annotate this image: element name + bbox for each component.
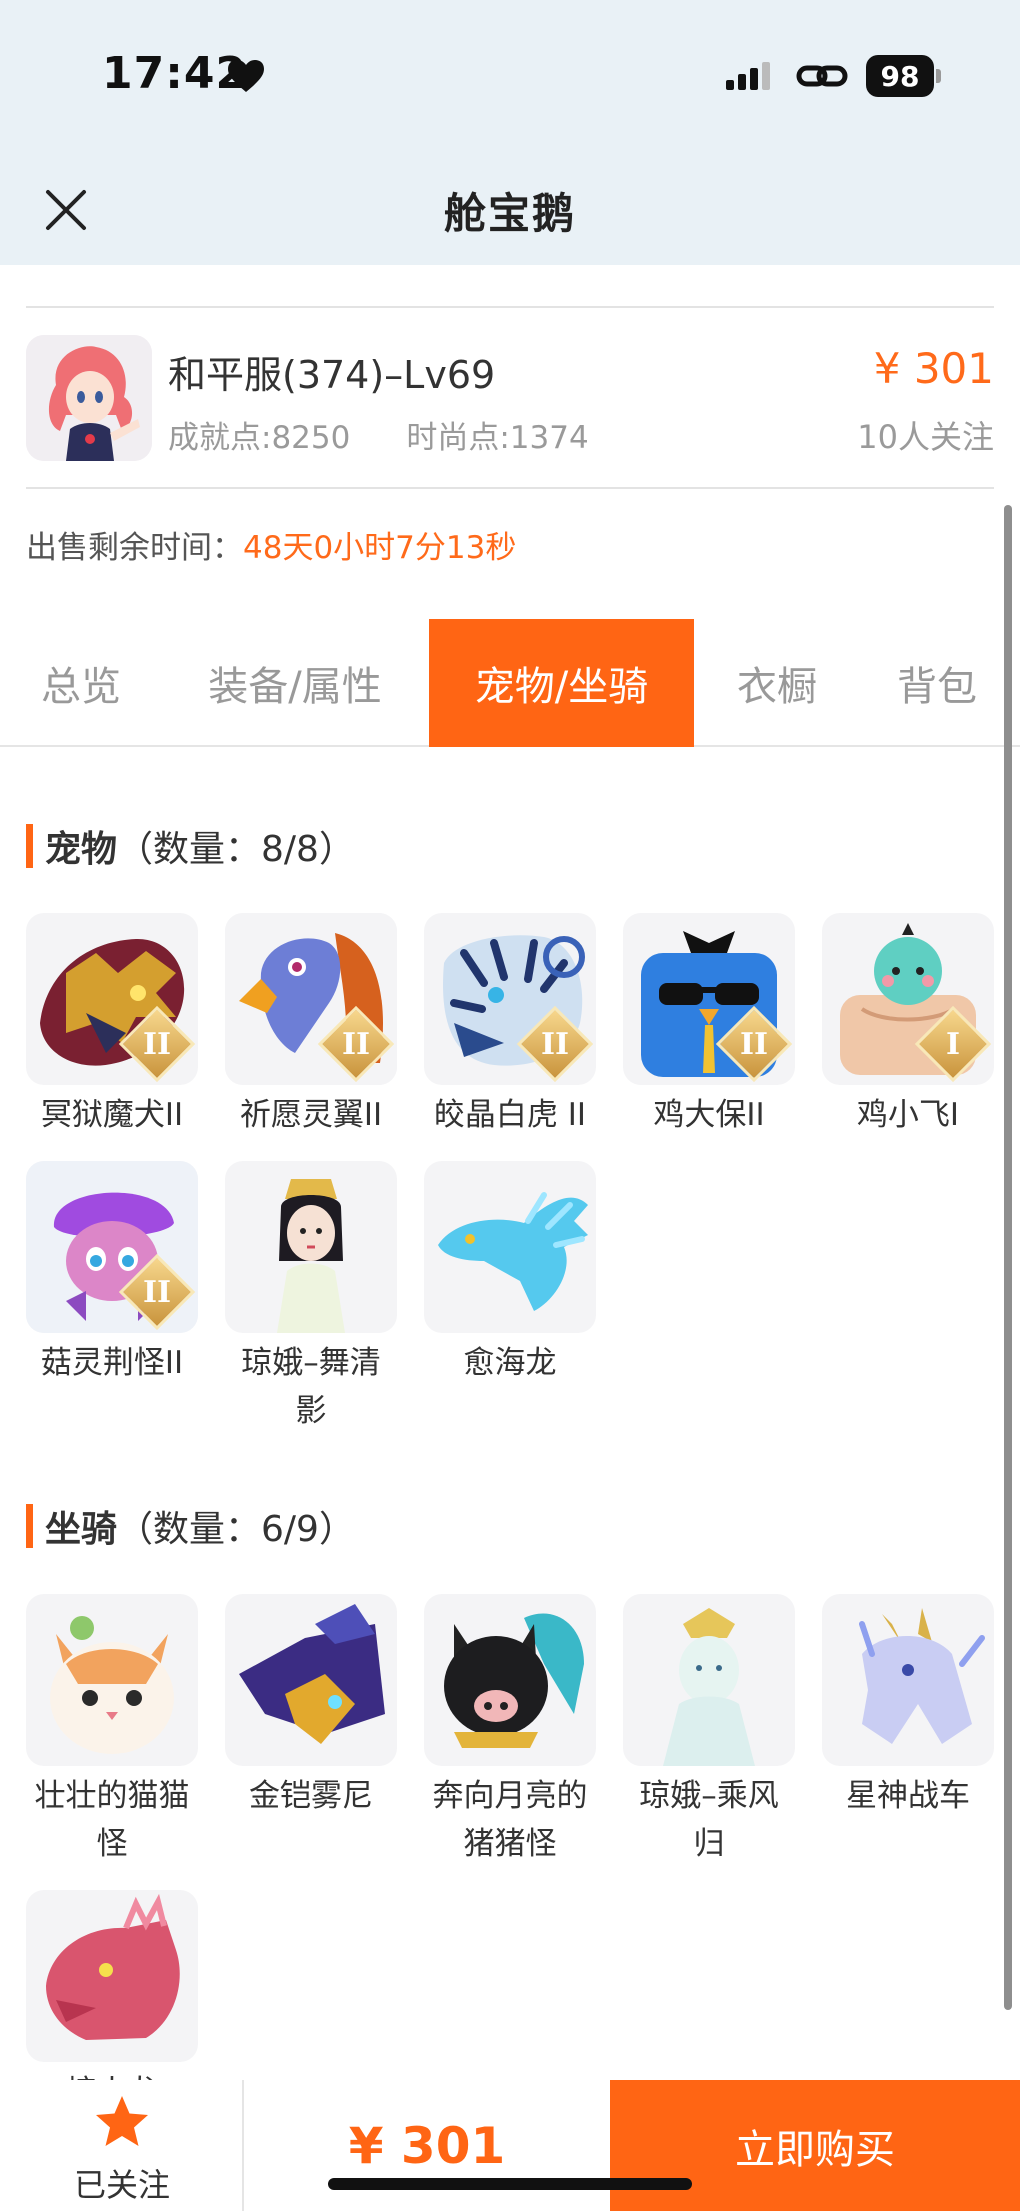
mount-thumbnail: [623, 1594, 795, 1766]
home-indicator: [328, 2178, 692, 2190]
sale-timer-label: 出售剩余时间：: [26, 530, 243, 566]
moon-pig-mount-icon: [444, 1613, 584, 1748]
page-title: 舱宝鹅: [443, 189, 576, 238]
sale-timer: 出售剩余时间：48天0小时7分13秒: [26, 522, 516, 567]
rank-text: II: [341, 1026, 371, 1062]
mount-thumbnail: [26, 1890, 198, 2062]
top-chrome: 17:42 98 舱宝鹅: [0, 0, 1020, 265]
star-god-chariot-mount-icon: [859, 1608, 985, 1744]
pet-item[interactable]: II 皎晶白虎 II: [424, 913, 596, 1139]
pet-name: 愈海龙: [463, 1345, 557, 1381]
tab-equipment[interactable]: 装备/属性: [178, 619, 412, 747]
mount-name: 奔向月亮的猪猪怪: [432, 1778, 588, 1862]
followers-count: 10人关注: [857, 418, 994, 456]
battery-level: 98: [866, 55, 934, 97]
mount-thumbnail: [822, 1594, 994, 1766]
pet-name: 祈愿灵翼II: [239, 1097, 383, 1133]
battery-tip: [936, 69, 941, 83]
pets-section-header: 宠物 （数量：8/8）: [26, 823, 355, 870]
pet-thumbnail: [225, 1161, 397, 1333]
achievement-points: 成就点:8250: [168, 420, 351, 456]
mount-item[interactable]: 金铠雾尼: [225, 1594, 397, 1820]
cat-monster-mount-icon: [50, 1616, 174, 1754]
rank-text: II: [142, 1026, 172, 1062]
mount-name: 琼娥–乘风归: [639, 1778, 779, 1862]
mount-item[interactable]: 壮壮的猫猫怪: [26, 1594, 198, 1868]
section-accent-bar: [26, 1504, 33, 1548]
tab-pets-mounts[interactable]: 宠物/坐骑: [429, 619, 694, 747]
server-title: 和平服(374)–Lv69: [168, 353, 496, 397]
character-avatar-icon: [26, 335, 152, 461]
mount-thumbnail: [225, 1594, 397, 1766]
mount-item[interactable]: 琼娥–乘风归: [623, 1594, 795, 1868]
fashion-points: 时尚点:1374: [406, 420, 589, 456]
pet-thumbnail: II: [623, 913, 795, 1085]
rank-text: II: [142, 1274, 172, 1310]
lava-dragon-mount-icon: [46, 1893, 180, 2040]
pet-thumbnail: II: [26, 1161, 198, 1333]
bottom-action-bar: 已关注 ¥ 301 立即购买: [0, 2080, 1020, 2211]
stats-row: 成就点:8250 时尚点:1374: [168, 412, 589, 457]
mount-name: 金铠雾尼: [249, 1778, 373, 1814]
scrollbar[interactable]: [1004, 505, 1012, 2010]
pet-name: 皎晶白虎 II: [433, 1097, 587, 1133]
tab-bar: 总览 装备/属性 宠物/坐骑 衣橱 背包: [0, 619, 1020, 747]
follow-label: 已关注: [73, 2166, 170, 2204]
heart-icon: [228, 60, 264, 92]
pet-item[interactable]: II 鸡大保II: [623, 913, 795, 1139]
tab-wardrobe[interactable]: 衣橱: [712, 619, 842, 747]
pet-name: 鸡小飞I: [856, 1097, 960, 1133]
pets-title: 宠物: [45, 829, 118, 870]
mounts-count: （数量：6/9）: [117, 1509, 355, 1550]
pet-item[interactable]: II 冥狱魔犬II: [26, 913, 198, 1139]
divider: [26, 487, 994, 489]
pet-item[interactable]: I 鸡小飞I: [822, 913, 994, 1139]
golden-armor-mount-icon: [239, 1604, 385, 1744]
tab-bag[interactable]: 背包: [872, 619, 1002, 747]
sea-dragon-pet-icon: [438, 1192, 588, 1311]
mount-name: 壮壮的猫猫怪: [34, 1778, 190, 1862]
mount-item[interactable]: 奔向月亮的猪猪怪: [424, 1594, 596, 1868]
divider: [26, 306, 994, 308]
mount-name: 星神战车: [846, 1778, 970, 1814]
pet-thumbnail: I: [822, 913, 994, 1085]
star-icon: [96, 2096, 148, 2146]
bottom-price: ¥ 301: [348, 2116, 506, 2175]
pet-thumbnail: II: [26, 913, 198, 1085]
pet-thumbnail: II: [424, 913, 596, 1085]
mounts-title: 坐骑: [45, 1509, 118, 1550]
battery-icon: 98: [866, 55, 942, 97]
dancing-fairy-pet-icon: [277, 1179, 345, 1333]
section-accent-bar: [26, 824, 33, 868]
pet-thumbnail: II: [225, 913, 397, 1085]
pets-count: （数量：8/8）: [117, 829, 355, 870]
mount-thumbnail: [26, 1594, 198, 1766]
pet-name: 鸡大保II: [653, 1097, 765, 1133]
mount-thumbnail: [424, 1594, 596, 1766]
pet-name: 菇灵荆怪II: [40, 1345, 184, 1381]
pet-item[interactable]: II 菇灵荆怪II: [26, 1161, 198, 1387]
rank-text: I: [945, 1026, 961, 1062]
pet-item[interactable]: 愈海龙: [424, 1161, 596, 1387]
tab-overview[interactable]: 总览: [18, 619, 144, 747]
rank-text: II: [739, 1026, 769, 1062]
signal-icon: [726, 62, 770, 90]
pet-name: 琼娥–舞清影: [241, 1345, 381, 1429]
follow-button[interactable]: 已关注: [0, 2080, 244, 2211]
mount-item[interactable]: 星神战车: [822, 1594, 994, 1820]
sale-timer-value: 48天0小时7分13秒: [243, 530, 517, 566]
pet-item[interactable]: 琼娥–舞清影: [225, 1161, 397, 1435]
rank-text: II: [540, 1026, 570, 1062]
avatar: [26, 335, 152, 461]
pet-name: 冥狱魔犬II: [40, 1097, 184, 1133]
buy-now-button[interactable]: 立即购买: [610, 2080, 1020, 2211]
link-icon: [796, 65, 848, 87]
listing-price: ¥ 301: [873, 344, 994, 393]
pet-item[interactable]: II 祈愿灵翼II: [225, 913, 397, 1139]
riding-wind-fairy-mount-icon: [663, 1608, 755, 1766]
pet-thumbnail: [424, 1161, 596, 1333]
mounts-section-header: 坐骑 （数量：6/9）: [26, 1503, 355, 1550]
